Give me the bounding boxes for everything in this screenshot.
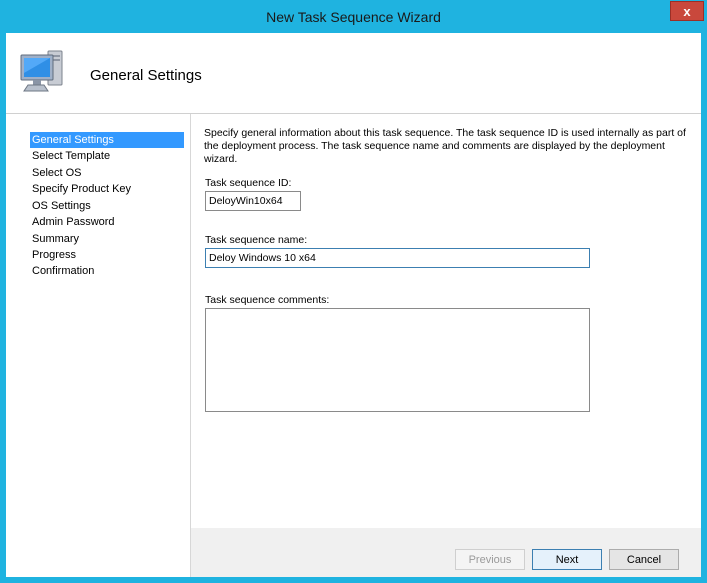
task-sequence-name-field[interactable]	[205, 248, 590, 268]
sidebar-item-summary[interactable]: Summary	[30, 231, 184, 247]
computer-icon	[20, 50, 63, 92]
task-sequence-comments-label: Task sequence comments:	[205, 294, 330, 306]
close-icon: x	[683, 3, 691, 19]
task-sequence-id-label: Task sequence ID:	[205, 177, 292, 189]
sidebar-item-general-settings[interactable]: General Settings	[30, 132, 184, 148]
wizard-window: New Task Sequence Wizard x General Setti…	[0, 0, 707, 583]
cancel-button[interactable]: Cancel	[609, 549, 679, 570]
sidebar-item-admin-password[interactable]: Admin Password	[30, 214, 184, 230]
sidebar-item-select-os[interactable]: Select OS	[30, 165, 184, 181]
wizard-steps: General Settings Select Template Select …	[6, 114, 191, 577]
wizard-header: General Settings	[6, 33, 701, 114]
sidebar-item-specify-product-key[interactable]: Specify Product Key	[30, 181, 184, 197]
previous-button[interactable]: Previous	[455, 549, 525, 570]
wizard-footer: Previous Next Cancel	[191, 528, 701, 577]
close-button[interactable]: x	[670, 1, 704, 21]
title-bar[interactable]: New Task Sequence Wizard x	[0, 0, 707, 33]
wizard-client: General Settings General Settings Select…	[6, 33, 701, 577]
sidebar-item-select-template[interactable]: Select Template	[30, 148, 184, 164]
sidebar-item-progress[interactable]: Progress	[30, 247, 184, 263]
window-title: New Task Sequence Wizard	[266, 9, 441, 25]
task-sequence-id-field[interactable]	[205, 191, 301, 211]
task-sequence-name-label: Task sequence name:	[205, 234, 308, 246]
page-description: Specify general information about this t…	[204, 127, 686, 165]
wizard-content: Specify general information about this t…	[191, 114, 701, 528]
sidebar-item-os-settings[interactable]: OS Settings	[30, 198, 184, 214]
page-title: General Settings	[90, 67, 202, 84]
next-button[interactable]: Next	[532, 549, 602, 570]
sidebar-item-confirmation[interactable]: Confirmation	[30, 263, 184, 279]
task-sequence-comments-field[interactable]	[205, 308, 590, 412]
